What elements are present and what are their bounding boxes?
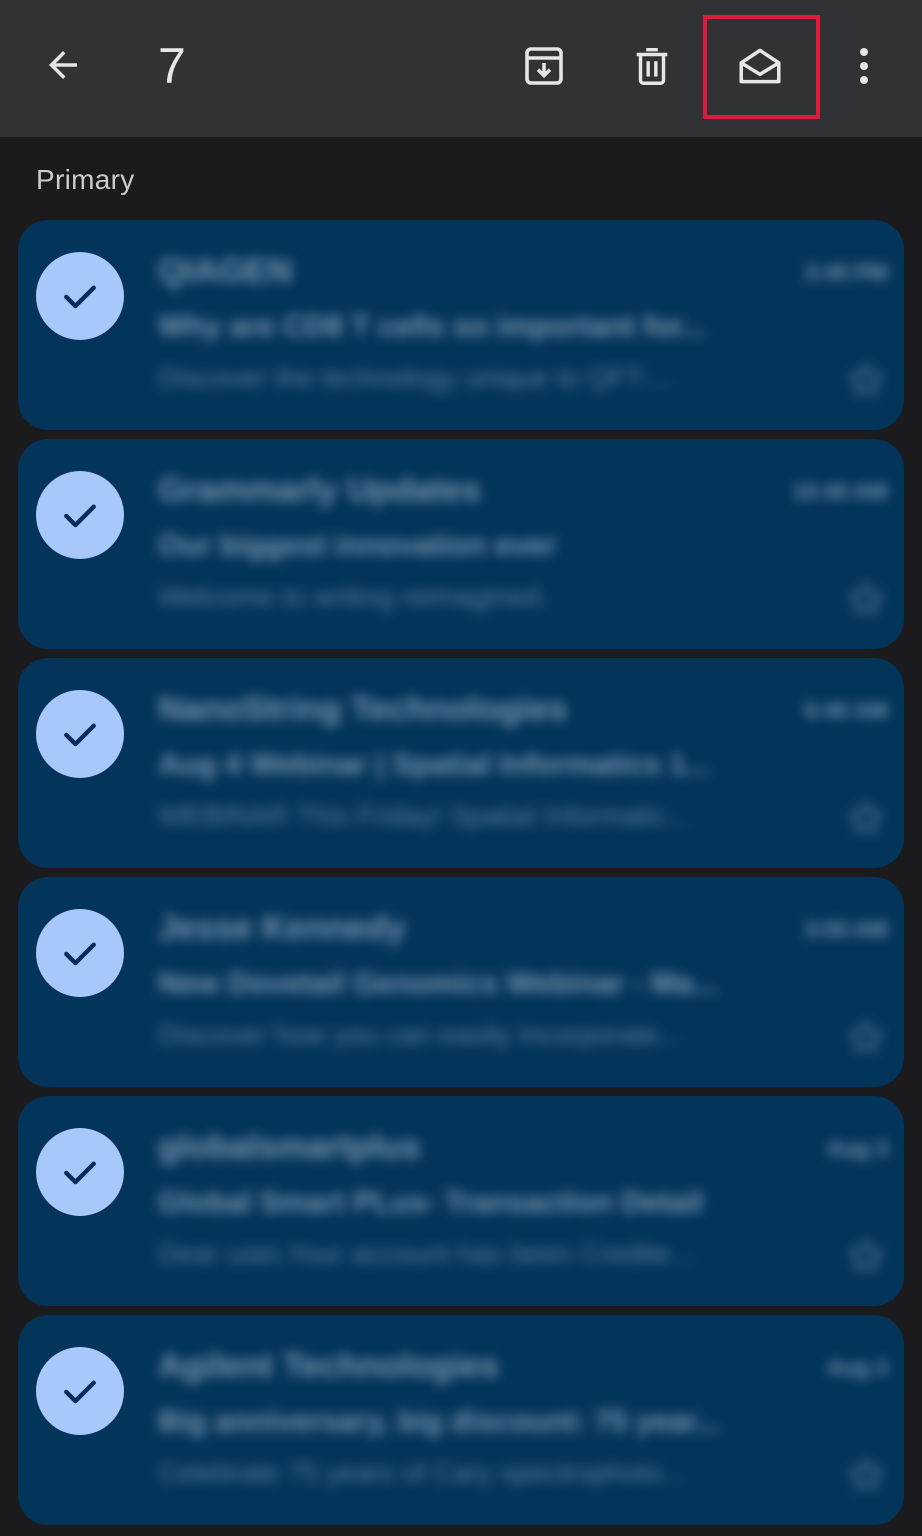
email-subject: Why are CD8 T cells so important for... (158, 310, 707, 343)
selected-check-avatar[interactable] (36, 909, 124, 997)
back-button[interactable] (30, 32, 96, 98)
email-content: QIAGEN 2:40 PM Why are CD8 T cells so impo… (158, 248, 888, 418)
email-sender: QIAGEN (158, 252, 293, 290)
email-sender: Jesse Kennedy (158, 909, 406, 947)
archive-button[interactable] (512, 34, 576, 98)
selected-check-avatar[interactable] (36, 252, 124, 340)
section-label-primary: Primary (36, 164, 135, 195)
email-time: Aug 3 (826, 1355, 888, 1380)
email-snippet: Welcome to writing reimagined. (158, 581, 549, 612)
archive-icon (525, 47, 563, 85)
selected-check-avatar[interactable] (36, 690, 124, 778)
email-time: 10:40 AM (792, 479, 888, 504)
email-row[interactable]: globalsmartplus Aug 3 Global Smart PLus- T… (18, 1096, 904, 1306)
star-icon[interactable] (844, 358, 888, 402)
email-snippet: Discover how you can easily incorporate.… (158, 1019, 683, 1050)
star-icon[interactable] (844, 796, 888, 840)
email-time: Aug 3 (826, 1136, 888, 1161)
check-icon (64, 285, 96, 309)
email-row[interactable]: Grammarly Updates 10:40 AM Our biggest inn… (18, 439, 904, 649)
email-subject: Our biggest innovation ever (158, 529, 557, 562)
email-snippet: Discover the technology unique to QFT-..… (158, 362, 675, 393)
email-sender: globalsmartplus (158, 1128, 421, 1166)
check-icon (64, 1380, 96, 1404)
star-icon[interactable] (844, 577, 888, 621)
email-time: 2:40 PM (804, 260, 888, 285)
email-sender: Agilent Technologies (158, 1347, 500, 1385)
check-icon (64, 1161, 96, 1185)
email-content: NanoString Technologies 6:40 AM Aug 4 Webi… (158, 686, 888, 856)
star-icon[interactable] (844, 1453, 888, 1497)
check-icon (64, 504, 96, 528)
email-sender: Grammarly Updates (158, 471, 482, 509)
selected-check-avatar[interactable] (36, 471, 124, 559)
star-icon[interactable] (844, 1234, 888, 1278)
email-row[interactable]: NanoString Technologies 6:40 AM Aug 4 Webi… (18, 658, 904, 868)
email-row[interactable]: Jesse Kennedy 3:00 AM New Dovetail Genomic… (18, 877, 904, 1087)
highlight-annotation-box (703, 15, 820, 119)
email-content: Grammarly Updates 10:40 AM Our biggest inn… (158, 467, 888, 637)
check-icon (64, 942, 96, 966)
email-subject: Aug 4 Webinar | Spatial Informatics 1... (158, 748, 711, 781)
more-vert-icon (860, 48, 868, 84)
more-options-button[interactable] (838, 34, 890, 98)
email-subject: Big anniversary, big discount: 75 year..… (158, 1405, 721, 1438)
selected-check-avatar[interactable] (36, 1347, 124, 1435)
check-icon (64, 723, 96, 747)
email-snippet: Celebrate 75 years of Cary spectrophoto.… (158, 1457, 686, 1488)
email-list: QIAGEN 2:40 PM Why are CD8 T cells so impo… (18, 220, 904, 1534)
email-row[interactable]: QIAGEN 2:40 PM Why are CD8 T cells so impo… (18, 220, 904, 430)
email-subject: New Dovetail Genomics Webinar - Ma... (158, 967, 718, 1000)
star-icon[interactable] (844, 1015, 888, 1059)
email-content: Jesse Kennedy 3:00 AM New Dovetail Genomic… (158, 905, 888, 1075)
selected-check-avatar[interactable] (36, 1128, 124, 1216)
arrow-left-icon (49, 51, 77, 79)
email-time: 6:40 AM (804, 698, 888, 723)
email-time: 3:00 AM (804, 917, 888, 942)
email-sender: NanoString Technologies (158, 690, 568, 728)
email-row[interactable]: Agilent Technologies Aug 3 Big anniversary… (18, 1315, 904, 1525)
email-snippet: WEBINAR This Friday! Spatial Informatic.… (158, 800, 690, 831)
email-subject: Global Smart PLus- Transaction Detail (158, 1186, 704, 1219)
email-snippet: Dear user,Your account has been Credite.… (158, 1238, 694, 1269)
trash-icon (636, 47, 668, 85)
email-content: globalsmartplus Aug 3 Global Smart PLus- T… (158, 1124, 888, 1294)
email-content: Agilent Technologies Aug 3 Big anniversary… (158, 1343, 888, 1513)
delete-button[interactable] (620, 34, 684, 98)
selection-toolbar: 7 (0, 0, 922, 137)
selected-count: 7 (158, 38, 186, 94)
